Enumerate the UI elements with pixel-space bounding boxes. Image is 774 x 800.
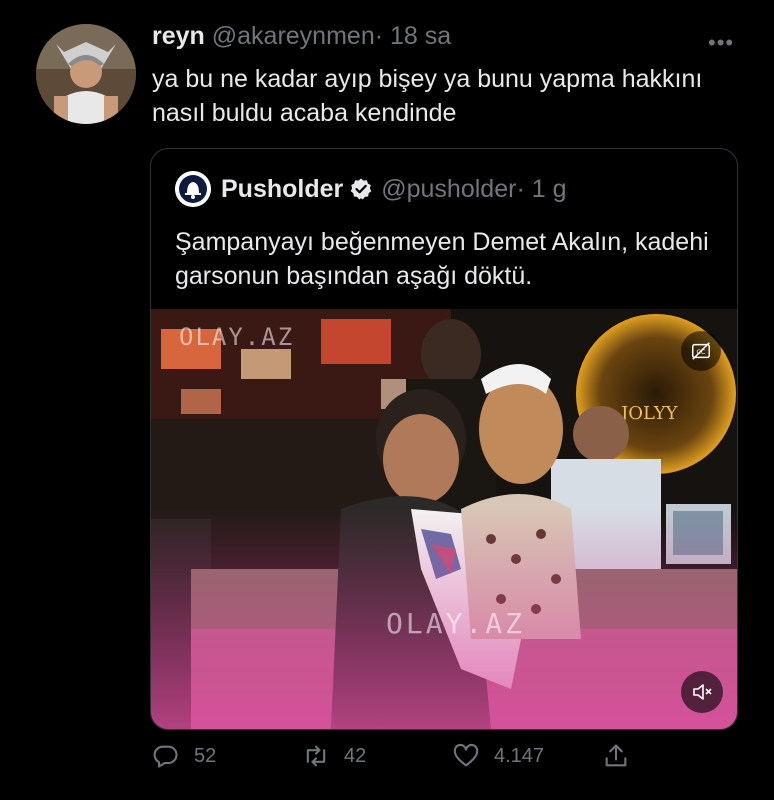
separator-dot: · [374, 22, 384, 50]
reply-count: 52 [194, 744, 217, 767]
heart-icon [453, 743, 479, 767]
tweet-header: reyn @akareynmen· 18 sa [152, 22, 451, 51]
share-button[interactable] [602, 742, 644, 770]
mute-button[interactable] [681, 671, 723, 713]
reply-button[interactable]: 52 [152, 742, 216, 770]
quote-author-name[interactable]: Pusholder [221, 175, 343, 204]
quote-time[interactable]: 1 g [532, 175, 567, 204]
avatar-image [36, 24, 136, 124]
tweet-actions: 52 42 4.147 [152, 742, 752, 778]
quoted-tweet[interactable]: Pusholder @pusholder · 1 g Şampanyayı beğ… [150, 148, 738, 730]
quote-separator-dot: · [516, 174, 525, 203]
verified-badge-icon [350, 178, 372, 200]
tweet-time[interactable]: 18 sa [390, 22, 451, 50]
like-button[interactable]: 4.147 [452, 742, 544, 770]
watermark-bottom: OLAY.AZ [386, 607, 526, 640]
author-avatar[interactable] [36, 24, 136, 124]
volume-muted-icon [693, 684, 712, 700]
author-handle[interactable]: @akareynmen [212, 22, 375, 50]
jolyy-sign: JOLYY [619, 403, 679, 424]
like-count: 4.147 [494, 744, 545, 767]
author-name[interactable]: reyn [152, 22, 205, 50]
quote-author-handle[interactable]: @pusholder [381, 175, 516, 204]
closed-captions-off-icon: CC [692, 342, 710, 360]
quote-text: Şampanyayı beğenmeyen Demet Akalın, kade… [175, 228, 709, 290]
video-frame: JOLYY [151, 309, 737, 729]
quote-header: Pusholder @pusholder · 1 g [175, 171, 566, 207]
more-options-button[interactable]: ••• [708, 30, 734, 56]
watermark-top: OLAY.AZ [179, 323, 295, 351]
tweet-text: ya bu ne kadar ayıp bişey ya bunu yapma … [152, 65, 703, 127]
quote-author-avatar[interactable] [175, 171, 211, 207]
retweet-icon [306, 745, 326, 767]
reply-icon [153, 745, 178, 768]
share-icon [605, 744, 627, 767]
bell-logo-icon [175, 171, 211, 207]
video-player[interactable]: JOLYY OLAY.AZ OLAY.AZ [151, 309, 737, 729]
captions-button[interactable]: CC [681, 331, 721, 371]
retweet-count: 42 [344, 744, 367, 767]
retweet-button[interactable]: 42 [302, 742, 366, 770]
